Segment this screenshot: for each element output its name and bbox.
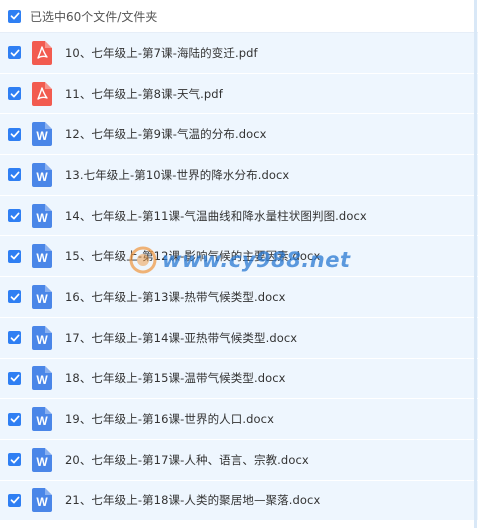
check-icon — [10, 293, 19, 301]
svg-text:W: W — [36, 495, 48, 509]
svg-text:W: W — [36, 251, 48, 265]
selection-count-label: 已选中60个文件/文件夹 — [30, 9, 158, 24]
svg-text:W: W — [36, 170, 48, 184]
word-file-icon: W — [32, 244, 52, 269]
svg-text:W: W — [36, 455, 48, 469]
check-icon — [10, 496, 19, 504]
word-file-icon: W — [32, 203, 52, 228]
check-icon — [10, 12, 19, 20]
file-checkbox[interactable] — [8, 46, 21, 60]
file-row[interactable]: 10、七年级上-第7课-海陆的变迁.pdf — [0, 33, 478, 74]
file-row[interactable]: W 14、七年级上-第11课-气温曲线和降水量柱状图判图.docx — [0, 195, 478, 237]
file-name[interactable]: 15、七年级上-第12课-影响气候的主要因素.docx — [65, 248, 320, 264]
file-checkbox[interactable] — [8, 209, 21, 223]
file-name[interactable]: 16、七年级上-第13课-热带气候类型.docx — [65, 289, 286, 305]
file-row[interactable]: W 15、七年级上-第12课-影响气候的主要因素.docx — [0, 236, 478, 278]
file-checkbox[interactable] — [8, 87, 21, 101]
file-checkbox[interactable] — [8, 493, 21, 507]
check-icon — [10, 90, 19, 97]
svg-text:W: W — [36, 333, 48, 347]
check-icon — [10, 212, 19, 220]
svg-text:W: W — [36, 129, 48, 143]
file-row[interactable]: W 12、七年级上-第9课-气温的分布.docx — [0, 114, 478, 156]
svg-text:W: W — [36, 211, 48, 225]
file-row[interactable]: W 19、七年级上-第16课-世界的人口.docx — [0, 399, 478, 440]
select-all-checkbox[interactable] — [8, 9, 21, 23]
file-checkbox[interactable] — [8, 331, 21, 345]
file-checkbox[interactable] — [8, 453, 21, 467]
pdf-file-icon — [32, 40, 52, 65]
file-name[interactable]: 21、七年级上-第18课-人类的聚居地—聚落.docx — [65, 492, 320, 508]
svg-text:W: W — [36, 414, 48, 428]
file-row[interactable]: W 13.七年级上-第10课-世界的降水分布.docx — [0, 155, 478, 196]
word-file-icon: W — [32, 162, 52, 187]
file-name[interactable]: 14、七年级上-第11课-气温曲线和降水量柱状图判图.docx — [65, 208, 367, 224]
file-name[interactable]: 10、七年级上-第7课-海陆的变迁.pdf — [65, 45, 258, 61]
file-name[interactable]: 13.七年级上-第10课-世界的降水分布.docx — [65, 167, 289, 183]
file-row[interactable]: W 21、七年级上-第18课-人类的聚居地—聚落.docx — [0, 480, 478, 522]
check-icon — [10, 130, 19, 138]
svg-text:W: W — [36, 292, 48, 306]
selection-header: 已选中60个文件/文件夹 — [0, 0, 478, 33]
word-file-icon: W — [32, 488, 52, 513]
file-name[interactable]: 18、七年级上-第15课-温带气候类型.docx — [65, 370, 286, 386]
check-icon — [10, 456, 19, 464]
file-row[interactable]: W 18、七年级上-第15课-温带气候类型.docx — [0, 358, 478, 400]
scrollbar-track[interactable] — [474, 0, 477, 528]
word-file-icon: W — [32, 366, 52, 391]
file-row[interactable]: W 17、七年级上-第14课-亚热带气候类型.docx — [0, 317, 478, 359]
file-checkbox[interactable] — [8, 127, 21, 141]
file-row[interactable]: 11、七年级上-第8课-天气.pdf — [0, 73, 478, 115]
check-icon — [10, 171, 19, 179]
file-name[interactable]: 17、七年级上-第14课-亚热带气候类型.docx — [65, 330, 297, 346]
file-checkbox[interactable] — [8, 412, 21, 426]
check-icon — [10, 334, 19, 342]
word-file-icon: W — [32, 325, 52, 350]
file-list: 10、七年级上-第7课-海陆的变迁.pdf 11、七年级上-第8课-天气.pdf W… — [0, 33, 478, 522]
file-checkbox[interactable] — [8, 290, 21, 304]
check-icon — [10, 49, 19, 57]
file-row[interactable]: W 16、七年级上-第13课-热带气候类型.docx — [0, 277, 478, 318]
file-name[interactable]: 12、七年级上-第9课-气温的分布.docx — [65, 126, 267, 142]
file-name[interactable]: 11、七年级上-第8课-天气.pdf — [65, 86, 223, 102]
file-checkbox[interactable] — [8, 168, 21, 182]
word-file-icon: W — [32, 284, 52, 309]
pdf-file-icon — [32, 81, 52, 106]
check-icon — [10, 252, 19, 260]
file-checkbox[interactable] — [8, 249, 21, 263]
check-icon — [10, 415, 19, 423]
check-icon — [10, 374, 19, 382]
file-row[interactable]: W 20、七年级上-第17课-人种、语言、宗教.docx — [0, 439, 478, 481]
word-file-icon: W — [32, 407, 52, 432]
file-checkbox[interactable] — [8, 371, 21, 385]
file-name[interactable]: 19、七年级上-第16课-世界的人口.docx — [65, 411, 274, 427]
word-file-icon: W — [32, 447, 52, 472]
file-name[interactable]: 20、七年级上-第17课-人种、语言、宗教.docx — [65, 452, 309, 468]
svg-text:W: W — [36, 373, 48, 387]
word-file-icon: W — [32, 122, 52, 147]
